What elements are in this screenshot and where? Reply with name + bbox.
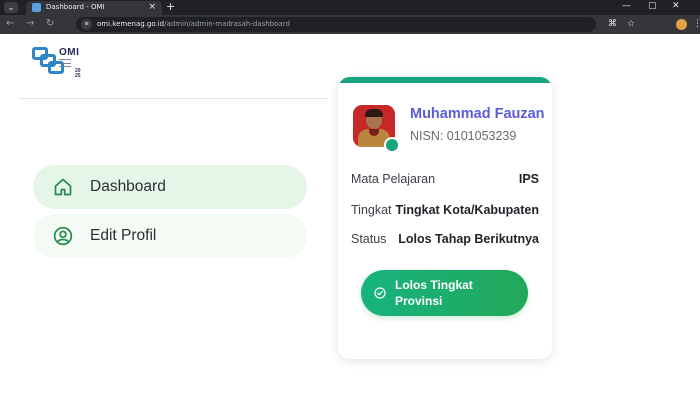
sidebar-item-label: Edit Profil — [90, 227, 157, 244]
sidebar-item-edit-profil[interactable]: Edit Profil — [33, 214, 307, 258]
logo-subtitle-lines: ▬▬▬▬ ▬▬▬▬ ▬▬▬▬ — [59, 57, 71, 68]
student-nisn: NISN: 0101053239 — [410, 129, 517, 143]
check-circle-icon — [374, 287, 386, 299]
card-accent-bar — [338, 77, 552, 83]
subject-value: IPS — [518, 172, 539, 186]
back-arrow-icon[interactable]: ← — [6, 18, 14, 29]
close-window-button[interactable]: ✕ — [672, 1, 680, 11]
tab-search-button[interactable]: ⌄ — [4, 2, 18, 13]
tab-title: Dashboard - OMI — [46, 3, 105, 11]
cta-label: Lolos Tingkat Provinsi — [395, 278, 473, 308]
tab-close-button[interactable]: × — [148, 2, 156, 12]
favicon-icon — [32, 3, 41, 12]
url-host: omi.kemenag.go.id — [97, 20, 165, 28]
avatar-hair — [365, 109, 383, 117]
bookmark-star-icon[interactable]: ☆ — [627, 19, 635, 29]
browser-tab[interactable]: Dashboard - OMI × — [26, 1, 162, 15]
user-circle-icon — [53, 226, 73, 246]
online-status-dot — [384, 137, 400, 153]
url-path: /admin/admin-madrasah-dashboard — [164, 20, 290, 28]
translate-icon[interactable]: ⌘ — [608, 19, 617, 29]
browser-tab-bar: ⌄ Dashboard - OMI × + — ▢ ✕ — [0, 0, 700, 15]
forward-arrow-icon[interactable]: → — [26, 18, 34, 29]
student-name: Muhammad Fauzan — [410, 106, 545, 122]
level-value: Tingkat Kota/Kabupaten — [395, 203, 539, 217]
minimize-button[interactable]: — — [622, 1, 631, 11]
logo-year: 20 25 — [75, 68, 81, 79]
sidebar-item-dashboard[interactable]: Dashboard — [33, 165, 307, 209]
browser-toolbar: ← → ↻ ≡ omi.kemenag.go.id/admin/admin-ma… — [0, 15, 700, 34]
home-icon — [54, 178, 72, 196]
student-card: Muhammad Fauzan NISN: 0101053239 Mata Pe… — [338, 77, 552, 359]
status-label: Status — [351, 232, 387, 246]
new-tab-button[interactable]: + — [166, 0, 175, 13]
sidebar-item-label: Dashboard — [90, 178, 166, 195]
maximize-button[interactable]: ▢ — [648, 1, 657, 11]
subject-label: Mata Pelajaran — [351, 172, 436, 186]
profile-avatar-icon[interactable] — [676, 19, 687, 30]
lolos-tingkat-provinsi-button[interactable]: Lolos Tingkat Provinsi — [361, 270, 528, 316]
sidebar-divider — [18, 98, 328, 99]
url-text: omi.kemenag.go.id/admin/admin-madrasah-d… — [97, 20, 290, 28]
status-value: Lolos Tahap Berikutnya — [398, 232, 539, 246]
site-info-icon[interactable]: ≡ — [81, 19, 92, 30]
level-label: Tingkat — [351, 203, 392, 217]
address-bar[interactable]: ≡ omi.kemenag.go.id/admin/admin-madrasah… — [76, 17, 596, 32]
omi-logo: OMI ▬▬▬▬ ▬▬▬▬ ▬▬▬▬ 20 25 — [32, 47, 92, 81]
menu-kebab-icon[interactable]: ⋮ — [693, 19, 700, 29]
reload-icon[interactable]: ↻ — [46, 18, 54, 29]
